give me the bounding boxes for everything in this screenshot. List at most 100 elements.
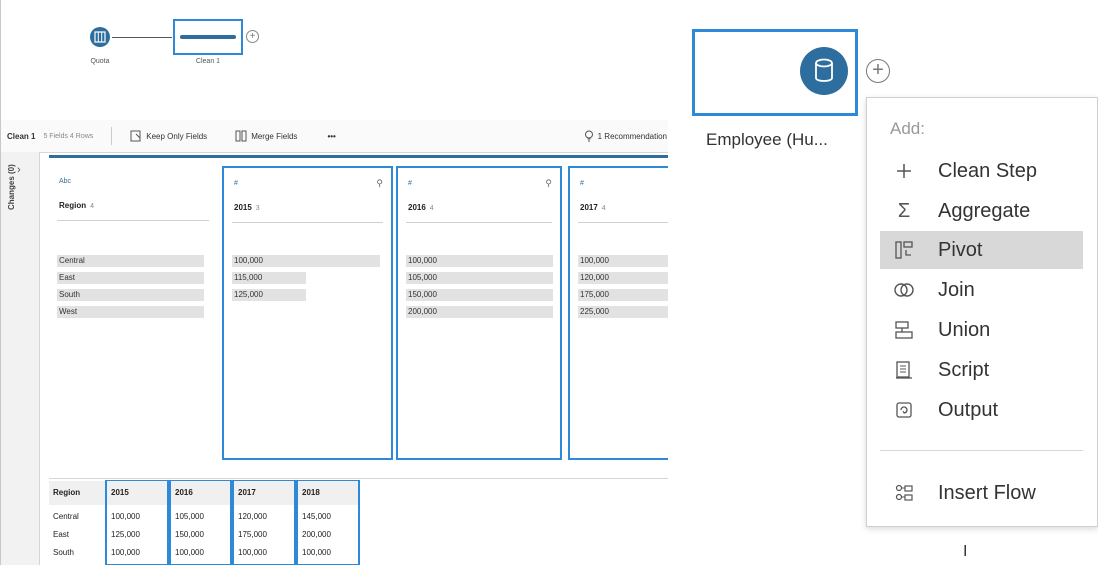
card-divider bbox=[578, 222, 668, 223]
value-bar[interactable]: 225,000 bbox=[578, 306, 668, 318]
field-name-text: 2015 bbox=[234, 203, 252, 212]
menu-item-script[interactable]: Script bbox=[880, 351, 1083, 389]
keep-only-icon bbox=[130, 130, 141, 142]
insert-flow-icon bbox=[886, 483, 922, 503]
recommendation-icon[interactable]: ⚲ bbox=[545, 178, 552, 189]
profile-card-2016[interactable]: # ⚲ 2016 4 100,000 105,000 150,000 200,00… bbox=[396, 166, 562, 460]
value-bar[interactable]: South bbox=[57, 289, 204, 301]
database-icon bbox=[815, 58, 833, 82]
grid-header[interactable]: 2016 bbox=[171, 481, 230, 505]
menu-item-label: Clean Step bbox=[938, 159, 1037, 182]
field-name-text: 2016 bbox=[408, 203, 426, 212]
grid-cell: South bbox=[53, 548, 74, 557]
grid-cell: 145,000 bbox=[302, 512, 331, 521]
add-step-icon[interactable]: + bbox=[246, 30, 259, 43]
grid-header[interactable]: 2018 bbox=[298, 481, 358, 505]
keep-only-fields-button[interactable]: Keep Only Fields bbox=[130, 130, 207, 142]
employee-node-label: Employee (Hu... bbox=[706, 130, 828, 149]
menu-item-clean-step[interactable]: Clean Step bbox=[880, 152, 1083, 190]
menu-item-aggregate[interactable]: Σ Aggregate bbox=[880, 192, 1083, 230]
join-icon bbox=[886, 282, 922, 298]
value-bar[interactable]: 175,000 bbox=[578, 289, 668, 301]
distinct-count: 4 bbox=[90, 203, 95, 210]
grid-header[interactable]: 2017 bbox=[234, 481, 294, 505]
plus-icon bbox=[886, 162, 922, 180]
menu-item-pivot[interactable]: Pivot bbox=[880, 231, 1083, 269]
grid-cell: Central bbox=[53, 512, 79, 521]
value-bar[interactable]: 100,000 bbox=[578, 255, 668, 267]
menu-item-output[interactable]: Output bbox=[880, 391, 1083, 429]
quota-node-label: Quota bbox=[90, 58, 110, 65]
value-bar[interactable]: 125,000 bbox=[232, 289, 306, 301]
menu-item-union[interactable]: Union bbox=[880, 311, 1083, 349]
menu-item-join[interactable]: Join bbox=[880, 271, 1083, 309]
data-grid: Region 2015 2016 2017 2018 Central 100,0… bbox=[49, 478, 668, 565]
menu-item-insert-flow[interactable]: Insert Flow bbox=[880, 474, 1083, 512]
grid-cell: 125,000 bbox=[111, 530, 140, 539]
toolbar-divider bbox=[111, 127, 113, 145]
grid-cell: 120,000 bbox=[238, 512, 267, 521]
step-name: Clean 1 bbox=[7, 131, 36, 141]
flow-connector bbox=[112, 37, 172, 38]
value-bar[interactable]: 100,000 bbox=[406, 255, 553, 267]
employee-node-icon[interactable] bbox=[800, 47, 848, 95]
recommendation-icon[interactable]: ⚲ bbox=[376, 178, 383, 189]
grid-header[interactable]: Region bbox=[49, 481, 105, 505]
grid-cell: 100,000 bbox=[238, 548, 267, 557]
merge-fields-button[interactable]: Merge Fields bbox=[235, 130, 297, 142]
expand-chevron-icon[interactable]: › bbox=[17, 164, 21, 176]
field-name: 2017 4 bbox=[580, 203, 606, 212]
field-name: Region 4 bbox=[59, 201, 94, 210]
grid-cell: 100,000 bbox=[111, 548, 140, 557]
grid-header[interactable]: 2015 bbox=[107, 481, 167, 505]
value-bar[interactable]: 105,000 bbox=[406, 272, 553, 284]
distinct-count: 3 bbox=[255, 205, 260, 212]
step-meta: 5 Fields 4 Rows bbox=[43, 132, 94, 140]
add-step-icon[interactable]: + bbox=[866, 59, 890, 83]
menu-divider bbox=[880, 450, 1083, 451]
value-bar[interactable]: 200,000 bbox=[406, 306, 553, 318]
sigma-icon: Σ bbox=[897, 199, 911, 222]
value-bar[interactable]: 100,000 bbox=[232, 255, 380, 267]
add-menu-title: Add: bbox=[890, 119, 925, 138]
card-divider bbox=[406, 222, 552, 223]
prep-screenshot: Quota + Clean 1 Clean 1 5 Fields 4 Rows … bbox=[0, 0, 668, 565]
merge-icon bbox=[235, 130, 247, 142]
value-bar[interactable]: 150,000 bbox=[406, 289, 553, 301]
menu-item-label: Insert Flow bbox=[938, 481, 1036, 504]
field-name: 2016 4 bbox=[408, 203, 434, 212]
step-toolbar: Clean 1 5 Fields 4 Rows Keep Only Fields… bbox=[1, 120, 668, 153]
profile-card-2017[interactable]: # 2017 4 100,000 120,000 175,000 225,000 bbox=[568, 166, 668, 460]
value-bar[interactable]: West bbox=[57, 306, 204, 318]
changes-label: Changes (0) bbox=[7, 164, 16, 210]
quota-node[interactable] bbox=[90, 27, 110, 47]
union-icon bbox=[886, 320, 922, 340]
value-bar[interactable]: East bbox=[57, 272, 204, 284]
step-title: Clean 1 5 Fields 4 Rows bbox=[7, 132, 93, 141]
recommendations-button[interactable]: 1 Recommendation bbox=[584, 130, 667, 142]
profile-card-2015[interactable]: # ⚲ 2015 3 100,000 115,000 125,000 bbox=[222, 166, 393, 460]
value-bar[interactable]: Central bbox=[57, 255, 204, 267]
grid-cell: 175,000 bbox=[238, 530, 267, 539]
more-options-button[interactable]: ••• bbox=[327, 132, 335, 141]
profile-card-region[interactable]: Abc Region 4 Central East South West bbox=[49, 166, 217, 460]
value-bar[interactable]: 115,000 bbox=[232, 272, 306, 284]
field-name-text: 2017 bbox=[580, 203, 598, 212]
changes-panel[interactable]: › bbox=[1, 152, 40, 565]
merge-label: Merge Fields bbox=[251, 131, 298, 141]
distinct-count: 4 bbox=[429, 205, 434, 212]
grid-cell: 200,000 bbox=[302, 530, 331, 539]
grid-cell: 105,000 bbox=[175, 512, 204, 521]
grid-cell: 100,000 bbox=[175, 548, 204, 557]
menu-item-label: Aggregate bbox=[938, 199, 1031, 222]
clean1-node-label: Clean 1 bbox=[195, 58, 221, 65]
pivot-icon bbox=[886, 240, 922, 260]
clean1-node[interactable] bbox=[173, 19, 243, 55]
value-bar[interactable]: 120,000 bbox=[578, 272, 668, 284]
script-icon bbox=[886, 360, 922, 380]
menu-item-label: Script bbox=[938, 358, 990, 381]
menu-item-label: Join bbox=[938, 278, 975, 301]
text-cursor-icon: I bbox=[963, 543, 968, 560]
menu-item-label: Union bbox=[938, 318, 991, 341]
card-divider bbox=[232, 222, 383, 223]
